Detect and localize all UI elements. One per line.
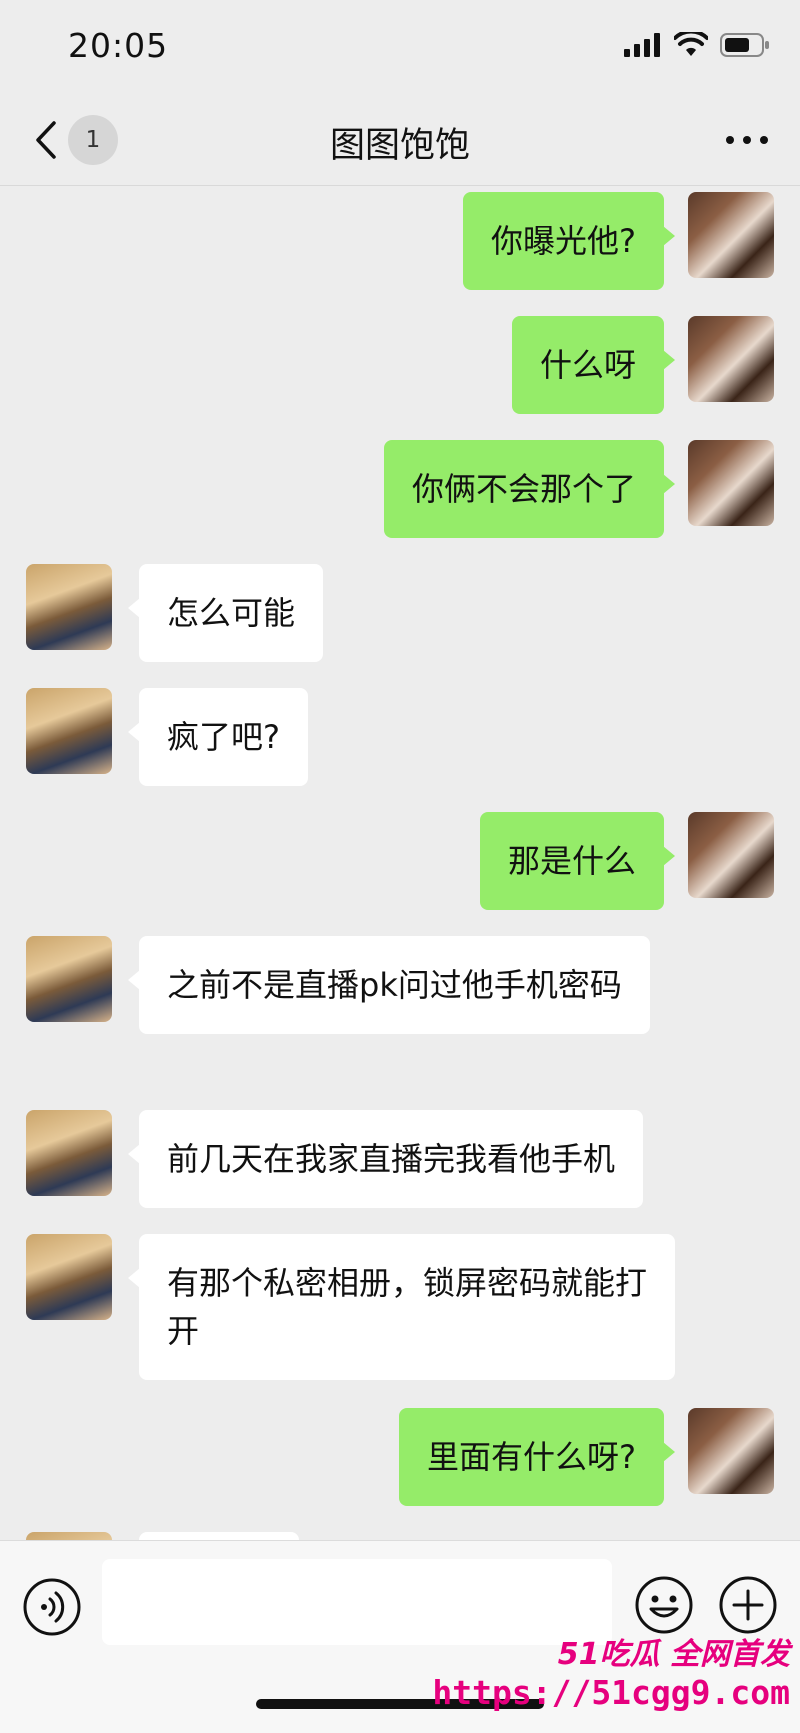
sent-message-bubble[interactable]: 那是什么 [479,812,676,910]
battery-icon [720,33,769,57]
received-message-bubble-partial[interactable] [139,1532,299,1540]
watermark-url: https://51cgg9.com [432,1673,790,1712]
voice-icon[interactable] [22,1577,82,1637]
my-avatar[interactable] [688,192,774,278]
plus-icon[interactable] [718,1575,778,1635]
received-message-bubble[interactable]: 疯了吧? [128,688,308,786]
emoji-icon[interactable] [634,1575,694,1635]
sent-message-bubble[interactable]: 什么呀 [511,316,676,414]
my-avatar[interactable] [688,316,774,402]
watermark: 51吃瓜 全网首发 https://51cgg9.com [432,1629,790,1712]
contact-avatar[interactable] [26,688,112,774]
wifi-icon [674,32,708,56]
chat-title: 图图饱饱 [329,126,470,166]
status-bar: 20:05 [0,0,800,95]
received-message-bubble[interactable]: 有那个私密相册，锁屏密码就能打开 [128,1234,675,1380]
status-time: 20:05 [68,26,169,65]
watermark-brand: 51吃瓜 全网首发 [557,1637,790,1672]
my-avatar[interactable] [688,440,774,526]
received-message-bubble[interactable]: 前几天在我家直播完我看他手机 [127,1110,644,1208]
contact-avatar[interactable] [26,1532,112,1540]
sent-message-bubble[interactable]: 你曝光他? [463,192,675,290]
my-avatar[interactable] [688,812,774,898]
signal-icon [624,33,660,57]
my-avatar[interactable] [688,1408,774,1494]
received-message-bubble[interactable]: 怎么可能 [127,564,324,662]
sent-message-bubble[interactable]: 你俩不会那个了 [383,440,676,538]
more-options-icon[interactable] [724,125,770,155]
message-list[interactable]: 你曝光他? 什么呀 你俩不会那个了 怎么可能 疯了吧? 那是什么 之前不是直播p… [0,186,800,1540]
contact-avatar[interactable] [26,1234,112,1320]
contact-avatar[interactable] [26,564,112,650]
contact-avatar[interactable] [26,936,112,1022]
status-icons [624,32,770,58]
contact-avatar[interactable] [26,1110,112,1196]
received-message-bubble[interactable]: 之前不是直播pk问过他手机密码 [128,936,650,1034]
sent-message-bubble[interactable]: 里面有什么呀? [399,1408,675,1506]
chat-header: 1 图图饱饱 [0,95,800,186]
